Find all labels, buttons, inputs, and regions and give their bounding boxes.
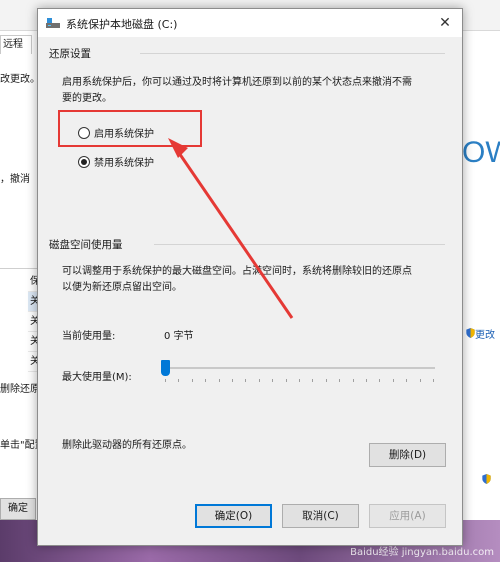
arrow-annotation bbox=[168, 138, 294, 319]
arrow-head-icon bbox=[168, 138, 188, 158]
arrow-shaft bbox=[175, 149, 294, 319]
